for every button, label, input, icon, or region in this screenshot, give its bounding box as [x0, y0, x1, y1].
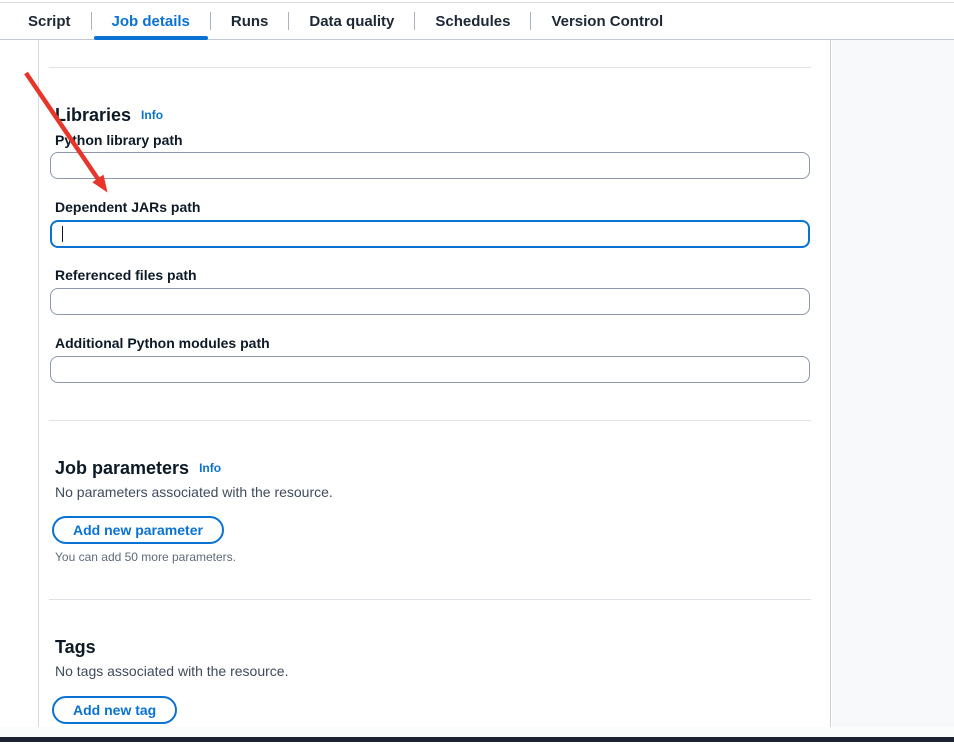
add-new-tag-button[interactable]: Add new tag [52, 696, 177, 724]
referenced-files-path-label: Referenced files path [55, 265, 197, 285]
dependent-jars-path-input[interactable] [50, 220, 810, 248]
tab-label: Script [28, 13, 71, 30]
tab-script[interactable]: Script [8, 3, 91, 39]
add-new-parameter-button[interactable]: Add new parameter [52, 516, 224, 544]
job-details-panel: Libraries Info Python library path Depend… [38, 40, 831, 727]
libraries-heading: Libraries Info [55, 103, 163, 129]
window-bottom-bar [0, 737, 954, 742]
tab-label: Runs [231, 13, 269, 30]
additional-python-modules-path-label: Additional Python modules path [55, 333, 270, 353]
python-library-path-input-wrap [50, 152, 810, 179]
job-parameters-hint-text: You can add 50 more parameters. [55, 549, 236, 565]
tab-data-quality[interactable]: Data quality [289, 3, 414, 39]
tab-label: Schedules [435, 13, 510, 30]
tags-heading: Tags [55, 635, 96, 659]
dependent-jars-path-label: Dependent JARs path [55, 197, 200, 217]
job-parameters-info-link[interactable]: Info [199, 461, 221, 475]
python-library-path-label: Python library path [55, 130, 183, 150]
job-parameters-heading: Job parameters Info [55, 456, 221, 482]
tags-empty-text: No tags associated with the resource. [55, 661, 288, 681]
tab-job-details[interactable]: Job details [92, 3, 210, 39]
tab-label: Data quality [309, 13, 394, 30]
tab-bar: Script Job details Runs Data quality Sch… [0, 3, 954, 40]
section-divider [49, 67, 811, 68]
additional-python-modules-path-input[interactable] [50, 356, 810, 383]
section-divider [49, 599, 811, 600]
job-parameters-title: Job parameters [55, 458, 189, 478]
libraries-info-link[interactable]: Info [141, 108, 163, 122]
job-parameters-empty-text: No parameters associated with the resour… [55, 482, 333, 502]
tab-schedules[interactable]: Schedules [415, 3, 530, 39]
page-background [832, 40, 954, 727]
tab-label: Version Control [551, 13, 663, 30]
section-divider [49, 420, 811, 421]
text-cursor [62, 226, 63, 242]
tab-version-control[interactable]: Version Control [531, 3, 683, 39]
glue-job-details-page: Script Job details Runs Data quality Sch… [0, 0, 954, 753]
tab-label: Job details [112, 13, 190, 30]
additional-python-modules-path-input-wrap [50, 356, 810, 383]
python-library-path-input[interactable] [50, 152, 810, 179]
window-bottom-band [0, 727, 954, 737]
referenced-files-path-input[interactable] [50, 288, 810, 315]
referenced-files-path-input-wrap [50, 288, 810, 315]
tags-title: Tags [55, 637, 96, 657]
tab-runs[interactable]: Runs [211, 3, 289, 39]
libraries-title: Libraries [55, 105, 131, 125]
dependent-jars-path-input-wrap [50, 220, 810, 248]
